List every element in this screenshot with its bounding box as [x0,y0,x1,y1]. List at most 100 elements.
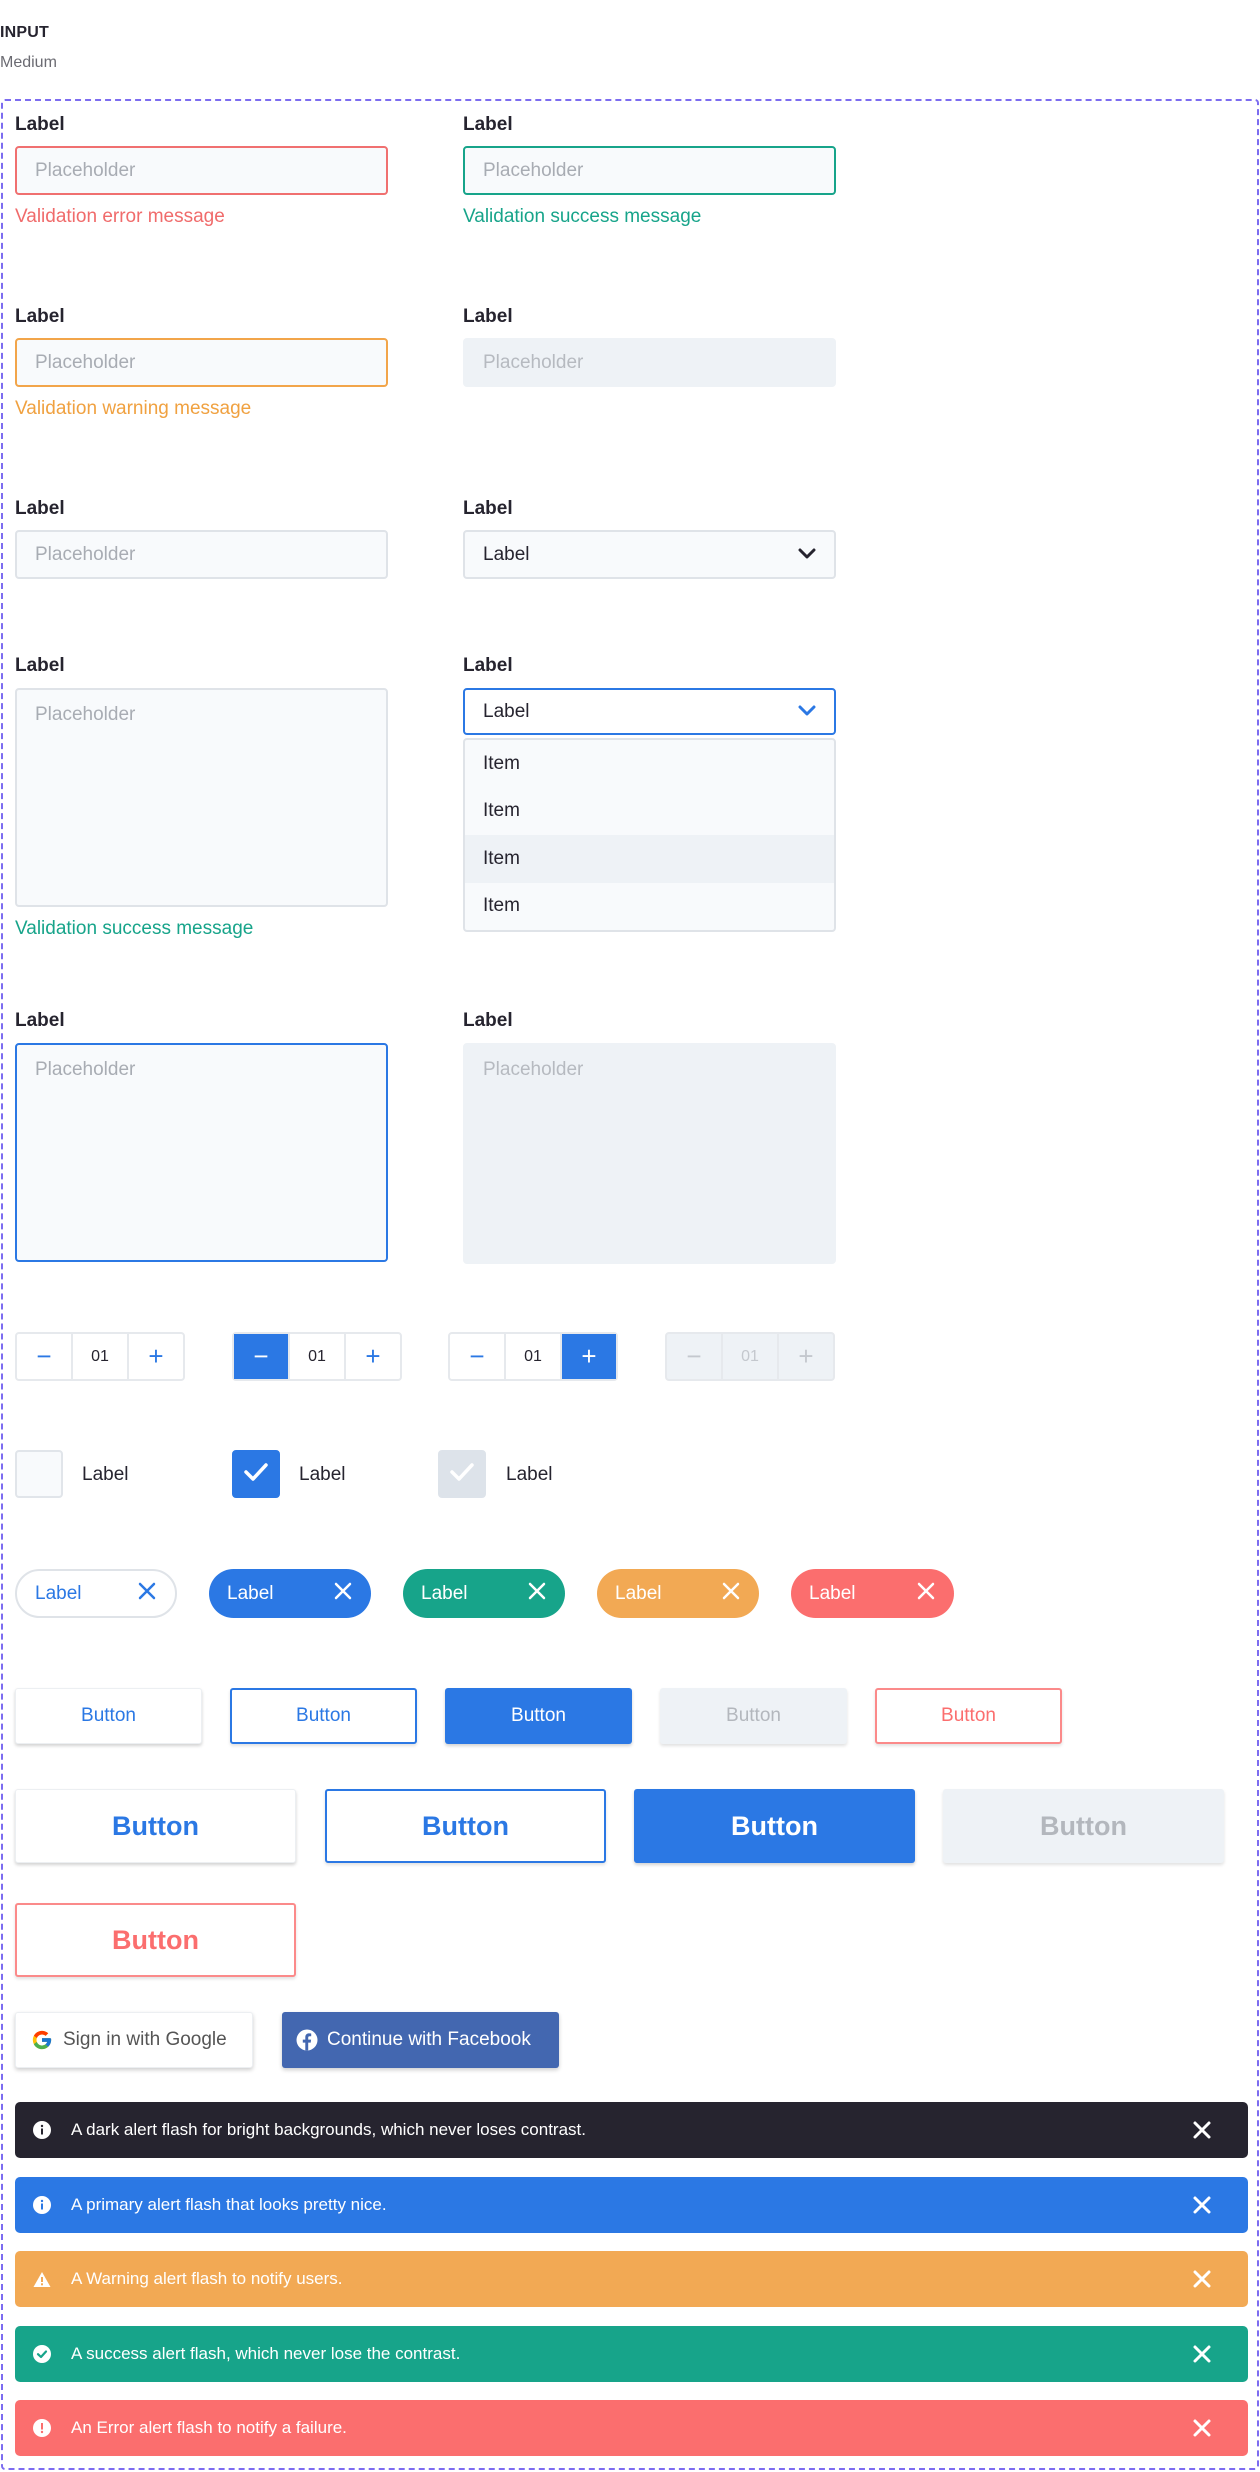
decrement-button[interactable]: − [17,1334,71,1379]
error-icon [33,2419,51,2437]
close-icon[interactable] [721,1581,741,1607]
increment-button[interactable]: + [562,1334,616,1379]
warning-input[interactable]: Placeholder [15,338,388,387]
checkbox-label: Label [506,1464,553,1485]
field-label: Label [463,655,513,676]
google-icon [31,2029,53,2051]
checkbox-label: Label [299,1464,346,1485]
field-label: Label [15,498,65,519]
chip-blue[interactable]: Label [209,1569,371,1618]
button-disabled: Button [660,1688,847,1744]
textarea-placeholder: Placeholder [35,1059,136,1080]
close-icon[interactable] [1192,2195,1212,2220]
textarea-placeholder: Placeholder [483,1059,584,1080]
chip-red[interactable]: Label [791,1569,954,1618]
field-label: Label [15,306,65,327]
chevron-down-icon [798,544,816,566]
dropdown-item[interactable]: Item [465,740,834,788]
close-icon[interactable] [333,1581,353,1607]
button-white[interactable]: Button [15,1688,202,1744]
info-icon [33,2196,51,2214]
close-icon[interactable] [527,1581,547,1607]
success-input[interactable]: Placeholder [463,146,836,195]
alert-text: A success alert flash, which never lose … [71,2344,461,2363]
chevron-down-icon [798,701,816,723]
input-placeholder: Placeholder [483,159,584,181]
default-input[interactable]: Placeholder [15,530,388,579]
chip-green[interactable]: Label [403,1569,565,1618]
textarea[interactable]: Placeholder [15,688,388,907]
button-primary-large[interactable]: Button [634,1789,915,1863]
field-label: Label [463,114,513,135]
stepper-value[interactable]: 01 [504,1334,562,1379]
stepper-value[interactable]: 01 [71,1334,129,1379]
input-placeholder: Placeholder [35,543,136,565]
close-icon[interactable] [916,1581,936,1607]
field-label: Label [463,498,513,519]
chip-label: Label [421,1582,468,1604]
decrement-button[interactable]: − [450,1334,504,1379]
dropdown-item[interactable]: Item [465,788,834,836]
increment-button[interactable]: + [129,1334,183,1379]
close-icon[interactable] [1192,2344,1212,2369]
stepper-value[interactable]: 01 [288,1334,346,1379]
warning-icon [33,2271,51,2288]
close-icon[interactable] [1192,2269,1212,2294]
quantity-stepper-disabled: − 01 + [665,1332,835,1381]
checkbox-unchecked[interactable] [15,1450,63,1498]
chip-label: Label [615,1582,662,1604]
section-subtitle: Medium [0,54,57,71]
chip-outline[interactable]: Label [15,1569,177,1618]
button-primary[interactable]: Button [445,1688,632,1744]
textarea-placeholder: Placeholder [35,704,136,725]
validation-warning-message: Validation warning message [15,398,252,419]
close-icon[interactable] [1192,2418,1212,2443]
input-placeholder: Placeholder [483,351,584,373]
checkbox-disabled [438,1450,486,1498]
quantity-stepper: − 01 + [15,1332,185,1381]
facebook-continue-button[interactable]: Continue with Facebook [282,2012,559,2068]
chip-label: Label [35,1582,82,1604]
chip-orange[interactable]: Label [597,1569,759,1618]
info-icon [33,2121,51,2139]
google-signin-button[interactable]: Sign in with Google [15,2012,253,2068]
close-icon[interactable] [137,1581,157,1607]
select-value: Label [483,543,530,565]
quantity-stepper: − 01 + [448,1332,618,1381]
error-input[interactable]: Placeholder [15,146,388,195]
textarea-focused[interactable]: Placeholder [15,1043,388,1262]
alert-warning: A Warning alert flash to notify users. [15,2251,1248,2307]
select-open[interactable]: Label [463,688,836,735]
decrement-button: − [686,1341,702,1371]
alert-text: A primary alert flash that looks pretty … [71,2195,387,2214]
button-white-large[interactable]: Button [15,1789,296,1863]
stepper-value: 01 [721,1334,779,1379]
validation-error-message: Validation error message [15,206,225,227]
alert-text: A Warning alert flash to notify users. [71,2269,343,2288]
field-label: Label [15,114,65,135]
increment-button[interactable]: + [346,1334,400,1379]
alert-dark: A dark alert flash for bright background… [15,2102,1248,2158]
button-danger-large[interactable]: Button [15,1903,296,1977]
alert-error: An Error alert flash to notify a failure… [15,2400,1248,2456]
close-icon[interactable] [1192,2120,1212,2145]
facebook-continue-label: Continue with Facebook [327,2029,531,2050]
button-disabled-large: Button [943,1789,1224,1863]
select-closed[interactable]: Label [463,530,836,579]
chip-label: Label [809,1582,856,1604]
dropdown-item-highlighted[interactable]: Item [465,835,834,883]
check-icon [243,1462,269,1487]
decrement-button[interactable]: − [234,1334,288,1379]
checkbox-checked[interactable] [232,1450,280,1498]
field-label: Label [463,1010,513,1031]
increment-button: + [798,1341,814,1371]
button-outline[interactable]: Button [230,1688,417,1744]
field-label: Label [15,655,65,676]
field-label: Label [463,306,513,327]
button-danger[interactable]: Button [875,1688,1062,1744]
facebook-icon [296,2029,318,2051]
quantity-stepper: − 01 + [232,1332,402,1381]
dropdown-item[interactable]: Item [465,883,834,931]
button-outline-large[interactable]: Button [325,1789,606,1863]
input-placeholder: Placeholder [35,351,136,373]
